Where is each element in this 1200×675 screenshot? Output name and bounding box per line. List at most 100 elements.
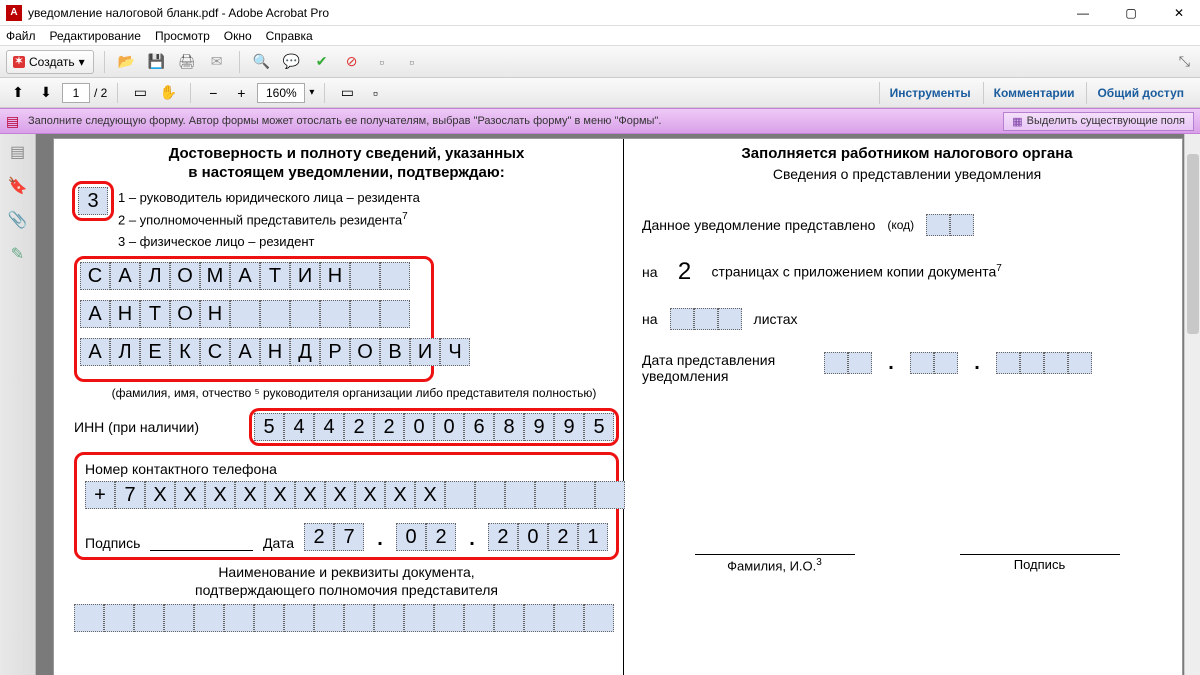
sign-line[interactable]: Подпись xyxy=(960,554,1120,573)
scrollbar-thumb[interactable] xyxy=(1187,154,1199,334)
email-icon[interactable]: ✉ xyxy=(205,53,229,71)
page-up-icon[interactable]: ⬆ xyxy=(6,84,30,102)
date-day-cells[interactable]: 27 xyxy=(304,523,364,551)
zoom-input[interactable]: 160% xyxy=(257,83,305,103)
bookmarks-icon[interactable]: 🔖 xyxy=(8,176,28,196)
date-month-cells[interactable]: 02 xyxy=(396,523,456,551)
search-icon[interactable]: 🔍 xyxy=(250,53,274,71)
footer-sign-row: Фамилия, И.О.3 Подпись xyxy=(642,554,1172,573)
fit-icon[interactable]: ▭ xyxy=(335,84,359,102)
menu-help[interactable]: Справка xyxy=(266,29,313,43)
page-icon[interactable]: ▫ xyxy=(370,53,394,71)
page-down-icon[interactable]: ⬇ xyxy=(34,84,58,102)
minimize-button[interactable]: — xyxy=(1068,6,1098,20)
menubar: Файл Редактирование Просмотр Окно Справк… xyxy=(0,26,1200,46)
legend-2: 2 – уполномоченный представитель резиден… xyxy=(118,210,619,229)
highlight-label: Выделить существующие поля xyxy=(1027,115,1185,127)
name-row-1[interactable]: САЛОМАТИН xyxy=(80,262,410,290)
create-button[interactable]: ✶ Создать ▾ xyxy=(6,50,94,74)
checkmark-icon[interactable]: ✔ xyxy=(310,53,334,71)
inn-cells[interactable]: 544220068995 xyxy=(254,413,614,441)
code-sublabel: (код) xyxy=(887,218,914,232)
right-column: Заполняется работником налогового органа… xyxy=(624,139,1182,675)
maximize-button[interactable]: ▢ xyxy=(1116,6,1146,20)
page2-icon[interactable]: ▫ xyxy=(400,53,424,71)
page-viewport[interactable]: Достоверность и полноту сведений, указан… xyxy=(36,134,1200,675)
left-header-2: в настоящем уведомлении, подтверждаю: xyxy=(74,164,619,183)
doc-caption-2: подтверждающего полномочия представителя xyxy=(74,582,619,598)
save-icon[interactable]: 💾 xyxy=(145,53,169,71)
inn-row: ИНН (при наличии) 544220068995 xyxy=(74,408,619,446)
main-toolbar: ✶ Создать ▾ 📂 💾 🖨 ✉ 🔍 💬 ✔ ⊘ ▫ ▫ ⤡ xyxy=(0,46,1200,78)
nav-sidebar: ▤ 🔖 📎 ✎ xyxy=(0,134,36,675)
expand-icon[interactable]: ⤡ xyxy=(1175,53,1194,70)
menu-edit[interactable]: Редактирование xyxy=(50,29,141,43)
thumbnails-icon[interactable]: ▤ xyxy=(8,142,28,162)
right-header: Заполняется работником налогового органа xyxy=(642,145,1172,164)
rdate-m[interactable] xyxy=(910,352,958,374)
date-dot2: . xyxy=(466,528,478,551)
open-icon[interactable]: 📂 xyxy=(115,53,139,71)
create-label: Создать xyxy=(29,55,75,69)
declarant-code-cell[interactable]: 3 xyxy=(78,187,108,215)
name-caption: (фамилия, имя, отчество ⁵ руководителя о… xyxy=(74,386,634,400)
zoom-in-icon[interactable]: + xyxy=(229,84,253,102)
signature-line[interactable] xyxy=(150,533,253,551)
tools-panel-link[interactable]: Инструменты xyxy=(879,82,981,104)
signature-row: Подпись Дата 27 . 02 . 2021 xyxy=(85,523,608,551)
nav-toolbar: ⬆ ⬇ 1 / 2 ▭ ✋ − + 160% ▾ ▭ ▫ Инструменты… xyxy=(0,78,1200,108)
zoom-out-icon[interactable]: − xyxy=(201,84,225,102)
delete-icon[interactable]: ⊘ xyxy=(340,53,364,71)
form-icon: ▤ xyxy=(6,113,22,129)
highlight-fields-button[interactable]: ▦ Выделить существующие поля xyxy=(1003,112,1194,131)
right-sub: Сведения о представлении уведомления xyxy=(642,166,1172,182)
inn-label: ИНН (при наличии) xyxy=(74,419,241,435)
name-row-3[interactable]: АЛЕКСАНДРОВИЧ xyxy=(80,338,470,366)
sheets-cells[interactable] xyxy=(670,308,742,330)
attachments-icon[interactable]: 📎 xyxy=(8,210,28,230)
fio-line[interactable]: Фамилия, И.О.3 xyxy=(695,554,855,573)
presented-label: Данное уведомление представлено xyxy=(642,217,875,233)
menu-file[interactable]: Файл xyxy=(6,29,36,43)
date-dot1: . xyxy=(374,528,386,551)
sheets-after: листах xyxy=(754,311,798,327)
doc-caption-1: Наименование и реквизиты документа, xyxy=(74,564,619,580)
vertical-scrollbar[interactable] xyxy=(1184,134,1200,675)
sheets-row: на листах xyxy=(642,308,1172,330)
name-row-2[interactable]: АНТОН xyxy=(80,300,410,328)
fit2-icon[interactable]: ▫ xyxy=(363,84,387,102)
doc-name-cells[interactable] xyxy=(74,604,614,632)
page-number-input[interactable]: 1 xyxy=(62,83,90,103)
window-title: уведомление налоговой бланк.pdf - Adobe … xyxy=(28,6,329,20)
comment-icon[interactable]: 💬 xyxy=(280,53,304,71)
page-total: / 2 xyxy=(94,86,107,100)
menu-view[interactable]: Просмотр xyxy=(155,29,210,43)
close-button[interactable]: ✕ xyxy=(1164,6,1194,20)
workspace: ▤ 🔖 📎 ✎ Достоверность и полноту сведений… xyxy=(0,134,1200,675)
titlebar: A уведомление налоговой бланк.pdf - Adob… xyxy=(0,0,1200,26)
rdate-y[interactable] xyxy=(996,352,1092,374)
form-message: Заполните следующую форму. Автор формы м… xyxy=(28,115,661,127)
share-panel-link[interactable]: Общий доступ xyxy=(1086,82,1194,104)
pages-after: страницах с приложением копии документа7 xyxy=(712,263,1002,280)
signatures-icon[interactable]: ✎ xyxy=(8,244,28,264)
name-highlight: САЛОМАТИН АНТОН АЛЕКСАНДРОВИЧ xyxy=(74,256,434,382)
comments-panel-link[interactable]: Комментарии xyxy=(983,82,1085,104)
zoom-dropdown-icon[interactable]: ▾ xyxy=(309,87,314,98)
phone-label: Номер контактного телефона xyxy=(85,461,608,477)
rdate-d[interactable] xyxy=(824,352,872,374)
submit-date-label-1: Дата представления xyxy=(642,352,812,368)
plus-icon: ✶ xyxy=(13,56,25,68)
phone-cells[interactable]: +7XXXXXXXXXX xyxy=(85,481,625,509)
presented-code-cells[interactable] xyxy=(926,214,974,236)
phone-sign-highlight: Номер контактного телефона +7XXXXXXXXXX … xyxy=(74,452,619,560)
on-label-1: на xyxy=(642,264,658,280)
pages-row: на 2 страницах с приложением копии докум… xyxy=(642,258,1172,286)
select-tool-icon[interactable]: ▭ xyxy=(128,84,152,102)
print-icon[interactable]: 🖨 xyxy=(175,53,199,71)
legend-1: 1 – руководитель юридического лица – рез… xyxy=(118,189,619,207)
pages-value: 2 xyxy=(670,258,700,286)
menu-window[interactable]: Окно xyxy=(224,29,252,43)
date-year-cells[interactable]: 2021 xyxy=(488,523,608,551)
hand-tool-icon[interactable]: ✋ xyxy=(156,84,180,102)
